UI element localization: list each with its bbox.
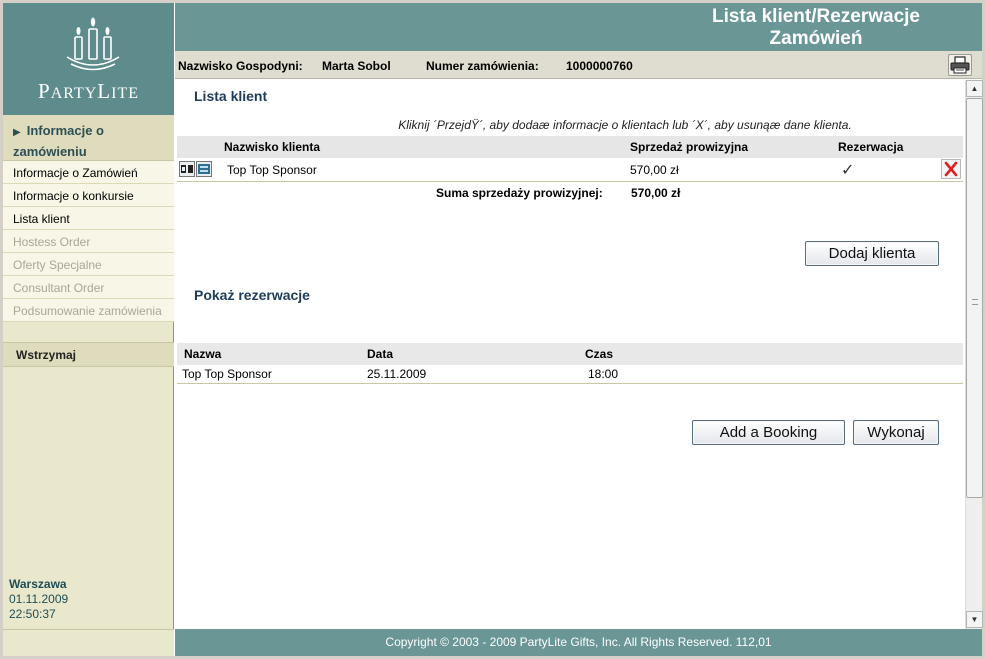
time-label: 22:50:37 bbox=[9, 607, 56, 621]
bookings-title: Pokaż rezerwacje bbox=[194, 287, 310, 303]
sidebar-item-contest-info[interactable]: Informacje o konkursie bbox=[3, 184, 174, 207]
col-booking-name: Nazwa bbox=[184, 347, 222, 361]
execute-button[interactable]: Wykonaj bbox=[853, 420, 939, 445]
sidebar-item-order-summary: Podsumowanie zamówienia bbox=[3, 299, 174, 322]
col-commission-sales: Sprzedaż prowizyjna bbox=[630, 140, 749, 154]
order-number-label: Numer zamówienia: bbox=[426, 59, 539, 73]
sidebar-item-hostess-order: Hostess Order bbox=[3, 230, 174, 253]
triangle-right-icon: ▶ bbox=[13, 127, 21, 138]
page-title-line1: Lista klient/Rezerwacje bbox=[711, 6, 921, 27]
scroll-up-arrow-icon[interactable]: ▲ bbox=[966, 80, 983, 97]
order-number-value: 1000000760 bbox=[566, 59, 633, 73]
date-label: 01.11.2009 bbox=[9, 592, 69, 606]
client-row: Top Top Sponsor 570,00 zł ✓ bbox=[177, 158, 963, 182]
booking-date: 25.11.2009 bbox=[367, 367, 427, 381]
details-icon bbox=[198, 164, 210, 174]
delete-x-icon bbox=[944, 161, 958, 177]
add-booking-button[interactable]: Add a Booking bbox=[692, 420, 845, 445]
nav-section-title: Informacje o zamówieniu bbox=[13, 123, 104, 159]
grip-icon bbox=[972, 299, 978, 305]
city-label: Warszawa bbox=[9, 577, 67, 591]
page-header: Lista klient/Rezerwacje Zamówień bbox=[175, 3, 982, 51]
scroll-down-arrow-icon[interactable]: ▼ bbox=[966, 611, 983, 628]
logo-wordmark: PARTYLITE bbox=[38, 79, 139, 103]
sidebar-item-special-offers: Oferty Specjalne bbox=[3, 253, 174, 276]
bookings-table-header: Nazwa Data Czas bbox=[177, 343, 963, 365]
print-button[interactable] bbox=[948, 54, 972, 76]
booking-time: 18:00 bbox=[588, 367, 619, 381]
sidebar-item-consultant-order: Consultant Order bbox=[3, 276, 174, 299]
client-details-button[interactable] bbox=[196, 161, 212, 177]
page-title: Lista klient/Rezerwacje Zamówień bbox=[696, 6, 936, 50]
client-list-title: Lista klient bbox=[194, 88, 268, 104]
nav-section-header[interactable]: ▶ Informacje o zamówieniu bbox=[3, 115, 174, 161]
partylite-logo: PARTYLITE bbox=[3, 3, 174, 115]
booking-row: Top Top Sponsor 25.11.2009 18:00 bbox=[177, 365, 963, 384]
hold-button[interactable]: Wstrzymaj bbox=[3, 342, 174, 367]
total-sales-label: Suma sprzedaży prowizyjnej: bbox=[436, 186, 603, 200]
host-value: Marta Sobol bbox=[322, 59, 391, 73]
total-sales-value: 570,00 zł bbox=[631, 186, 681, 200]
col-client-name: Nazwisko klienta bbox=[224, 140, 321, 154]
client-sales: 570,00 zł bbox=[630, 163, 679, 177]
booking-check-icon: ✓ bbox=[841, 162, 855, 179]
host-label: Nazwisko Gospodyni: bbox=[178, 59, 303, 73]
add-client-button[interactable]: Dodaj klienta bbox=[805, 241, 939, 266]
order-info-bar: Nazwisko Gospodyni: Marta Sobol Numer za… bbox=[175, 51, 982, 79]
delete-client-button[interactable] bbox=[941, 159, 961, 179]
page-title-line2: Zamówień bbox=[769, 28, 863, 49]
client-list-hint: Kliknij ´PrzejdŸ´, aby dodaæ informacje … bbox=[398, 118, 852, 132]
go-to-client-button[interactable] bbox=[179, 161, 195, 177]
sidebar-item-order-info[interactable]: Informacje o Zamówień bbox=[3, 161, 174, 184]
client-name: Top Top Sponsor bbox=[227, 163, 317, 177]
sidebar-item-client-list[interactable]: Lista klient bbox=[3, 207, 174, 230]
candles-logo-icon bbox=[66, 17, 120, 71]
go-icon bbox=[181, 165, 193, 173]
printer-icon bbox=[950, 56, 970, 74]
sidebar-footer bbox=[3, 629, 174, 656]
col-booking-time: Czas bbox=[585, 347, 614, 361]
scrollbar-thumb[interactable] bbox=[966, 98, 983, 498]
client-table-header: Nazwisko klienta Sprzedaż prowizyjna Rez… bbox=[177, 136, 963, 158]
sidebar: PARTYLITE ▶ Informacje o zamówieniu Infor… bbox=[3, 3, 174, 656]
page-footer: Copyright © 2003 - 2009 PartyLite Gifts,… bbox=[175, 629, 982, 656]
location-info: Warszawa 01.11.2009 22:50:37 bbox=[9, 577, 68, 622]
vertical-scrollbar[interactable]: ▲ ▼ bbox=[965, 80, 983, 629]
main-content: Lista klient Kliknij ´PrzejdŸ´, aby doda… bbox=[175, 80, 965, 629]
booking-name: Top Top Sponsor bbox=[182, 367, 272, 381]
col-booking-date: Data bbox=[367, 347, 394, 361]
col-booking: Rezerwacja bbox=[838, 140, 904, 154]
